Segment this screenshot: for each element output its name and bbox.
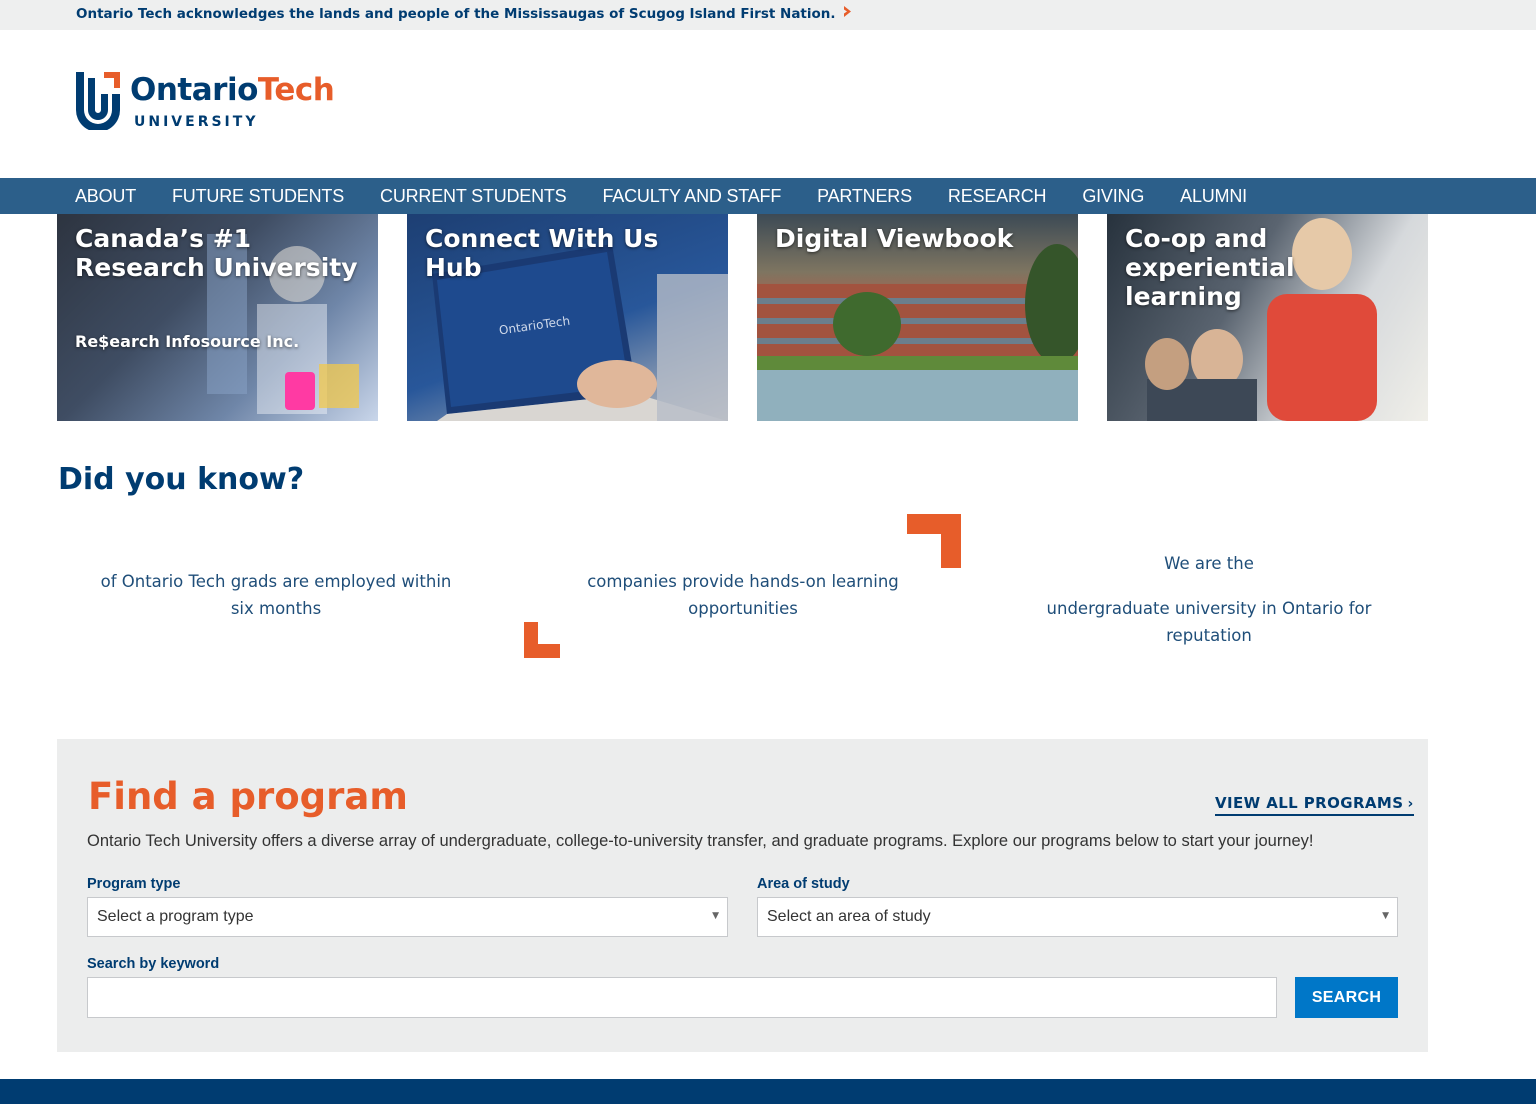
orange-corner-top-right-icon bbox=[907, 514, 961, 568]
keyword-search-input[interactable] bbox=[87, 977, 1277, 1018]
tile-title: Canada’s #1 Research University bbox=[75, 224, 358, 282]
area-of-study-value: Select an area of study bbox=[767, 908, 931, 925]
footer-band bbox=[0, 1079, 1536, 1104]
find-program-description: Ontario Tech University offers a diverse… bbox=[87, 832, 1314, 850]
fact-reputation-prefix: We are the bbox=[1164, 554, 1254, 573]
did-you-know-heading: Did you know? bbox=[58, 462, 305, 497]
tile-digital-viewbook[interactable]: Digital Viewbook bbox=[757, 214, 1078, 421]
nav-item-faculty-and-staff[interactable]: FACULTY AND STAFF bbox=[603, 186, 782, 207]
nav-item-giving[interactable]: GIVING bbox=[1082, 186, 1144, 207]
nav-item-about[interactable]: ABOUT bbox=[75, 186, 136, 207]
logo-word-ontario: Ontario bbox=[130, 72, 258, 108]
acknowledgement-link[interactable]: Ontario Tech acknowledges the lands and … bbox=[76, 5, 853, 22]
fact-companies-hands-on: companies provide hands-on learning oppo… bbox=[587, 572, 899, 618]
view-all-programs-link[interactable]: VIEW ALL PROGRAMS › bbox=[1215, 794, 1414, 816]
keyword-label: Search by keyword bbox=[87, 956, 220, 972]
area-of-study-select[interactable]: Select an area of study ▼ bbox=[757, 897, 1398, 937]
tile-connect-with-us-hub[interactable]: OntarioTech Connect With Us Hub bbox=[407, 214, 728, 421]
logo-subtitle: UNIVERSITY bbox=[134, 114, 259, 130]
orange-corner-bottom-left-icon bbox=[524, 622, 560, 658]
dropdown-arrow-icon: ▼ bbox=[712, 911, 719, 921]
tile-subtitle: Re$earch Infosource Inc. bbox=[75, 332, 300, 351]
nav-item-current-students[interactable]: CURRENT STUDENTS bbox=[380, 186, 567, 207]
find-program-panel: Find a program VIEW ALL PROGRAMS › Ontari… bbox=[57, 739, 1428, 1052]
tile-co-op-experiential-learning[interactable]: Co-op and experiential learning bbox=[1107, 214, 1428, 421]
logo-wordmark: OntarioTech bbox=[130, 72, 335, 108]
acknowledgement-bar: Ontario Tech acknowledges the lands and … bbox=[0, 0, 1536, 30]
chevron-right-icon bbox=[842, 5, 853, 22]
program-type-value: Select a program type bbox=[97, 908, 254, 925]
area-of-study-label: Area of study bbox=[757, 876, 850, 892]
main-navigation: ABOUT FUTURE STUDENTS CURRENT STUDENTS F… bbox=[0, 178, 1536, 214]
logo-mark-icon bbox=[76, 72, 120, 130]
dropdown-arrow-icon: ▼ bbox=[1382, 911, 1389, 921]
tile-title: Co-op and experiential learning bbox=[1125, 224, 1295, 311]
nav-item-partners[interactable]: PARTNERS bbox=[817, 186, 912, 207]
fact-reputation: undergraduate university in Ontario for … bbox=[1046, 599, 1372, 645]
program-type-label: Program type bbox=[87, 876, 181, 892]
logo-word-tech: Tech bbox=[257, 72, 335, 108]
ontario-tech-logo[interactable]: OntarioTech UNIVERSITY bbox=[74, 70, 344, 132]
tile-title: Digital Viewbook bbox=[775, 224, 1014, 253]
tile-title: Connect With Us Hub bbox=[425, 224, 659, 282]
nav-item-alumni[interactable]: ALUMNI bbox=[1180, 186, 1247, 207]
fact-grads-employed: of Ontario Tech grads are employed withi… bbox=[100, 572, 452, 618]
find-program-title: Find a program bbox=[88, 775, 408, 818]
view-all-label: VIEW ALL PROGRAMS bbox=[1215, 794, 1404, 812]
tile-research-university[interactable]: Canada’s #1 Research University Re$earch… bbox=[57, 214, 378, 421]
nav-item-future-students[interactable]: FUTURE STUDENTS bbox=[172, 186, 344, 207]
nav-item-research[interactable]: RESEARCH bbox=[948, 186, 1047, 207]
chevron-right-icon: › bbox=[1407, 796, 1414, 812]
program-type-select[interactable]: Select a program type ▼ bbox=[87, 897, 728, 937]
search-button[interactable]: SEARCH bbox=[1295, 977, 1398, 1018]
acknowledgement-text: Ontario Tech acknowledges the lands and … bbox=[76, 5, 836, 22]
